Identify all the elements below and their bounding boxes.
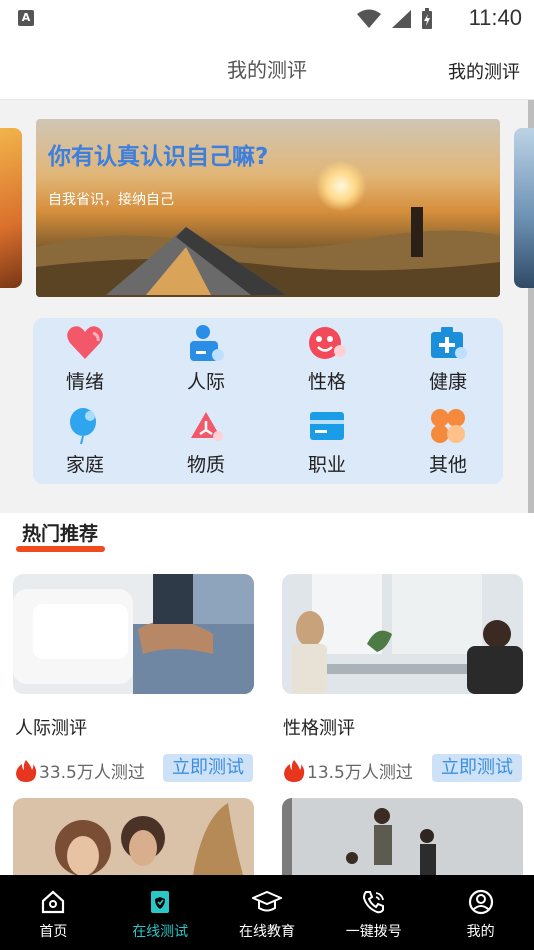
card-title: 性格测评 — [283, 718, 355, 739]
my-assessments-link[interactable]: 我的测评 — [448, 58, 520, 84]
banner-headline: 你有认真认识自己嘛? — [48, 144, 269, 170]
category-label: 家庭 — [65, 454, 104, 476]
nav-label: 在线教育 — [238, 924, 295, 940]
category-emotion[interactable]: 情绪 — [40, 323, 130, 394]
category-label: 健康 — [428, 371, 467, 393]
category-label: 情绪 — [65, 371, 104, 393]
category-grid: 情绪 人际 性格 健康 家庭 物质 职业 其他 — [33, 318, 503, 484]
nav-label: 我的 — [466, 924, 495, 940]
category-label: 人际 — [186, 371, 225, 393]
section-title: 热门推荐 — [22, 523, 99, 545]
balloon-icon — [70, 408, 96, 445]
section-underline — [16, 546, 105, 552]
family-assessment-image[interactable] — [282, 798, 523, 875]
nav-label: 一键拨号 — [345, 924, 402, 940]
signal-icon — [392, 10, 411, 28]
category-health[interactable]: 健康 — [403, 323, 493, 394]
status-bar: A 11:40 — [0, 0, 534, 36]
sun-image — [316, 161, 366, 211]
couple-assessment-image[interactable] — [13, 798, 254, 875]
banner-next-slide[interactable] — [514, 128, 534, 288]
start-test-button[interactable]: 立即测试 — [432, 754, 522, 782]
personality-assessment-image[interactable] — [282, 574, 523, 694]
nav-home[interactable]: 首页 — [0, 875, 107, 950]
user-circle-icon — [468, 889, 493, 915]
nav-one-click-dial[interactable]: 一键拨号 — [320, 875, 427, 950]
fire-icon — [16, 759, 37, 782]
smiley-icon — [309, 327, 346, 359]
category-label: 性格 — [307, 371, 346, 393]
heart-icon — [67, 326, 103, 359]
banner-slide[interactable]: 你有认真认识自己嘛? 自我省识，接纳自己 — [36, 119, 500, 297]
app-header: 我的测评 我的测评 — [0, 36, 534, 100]
category-other[interactable]: 其他 — [403, 406, 493, 477]
nav-online-education[interactable]: 在线教育 — [214, 875, 321, 950]
category-social[interactable]: 人际 — [161, 323, 251, 394]
banner-subline: 自我省识，接纳自己 — [48, 192, 174, 208]
person-icon — [190, 325, 224, 361]
nav-label: 首页 — [39, 924, 68, 940]
category-label: 职业 — [307, 454, 346, 476]
clock: 11:40 — [468, 5, 522, 30]
battery-icon — [422, 8, 432, 29]
nav-label: 在线测试 — [132, 924, 189, 940]
app-notification-icon: A — [18, 10, 34, 26]
category-material[interactable]: 物质 — [161, 406, 251, 477]
nav-mine[interactable]: 我的 — [427, 875, 534, 950]
bottom-navigation: 首页 在线测试 在线教育 一键拨号 我的 — [0, 875, 534, 950]
card-title: 人际测评 — [15, 718, 87, 739]
graduation-cap-icon — [251, 890, 282, 912]
card-count: 13.5万人测过 — [283, 758, 413, 783]
test-shield-icon — [151, 891, 170, 913]
home-icon — [42, 890, 65, 914]
fire-icon — [284, 759, 305, 782]
card-count: 33.5万人测过 — [15, 758, 145, 783]
card-count-text: 13.5万人测过 — [307, 763, 413, 783]
start-test-button[interactable]: 立即测试 — [163, 754, 253, 782]
landscape-image — [36, 207, 500, 297]
nav-online-test[interactable]: 在线测试 — [107, 875, 214, 950]
category-career[interactable]: 职业 — [282, 406, 372, 477]
wifi-icon — [357, 9, 381, 28]
category-family[interactable]: 家庭 — [40, 406, 130, 477]
medical-kit-icon — [431, 327, 467, 359]
category-label: 其他 — [428, 454, 467, 476]
category-label: 物质 — [186, 454, 225, 476]
triangle-icon — [191, 412, 223, 441]
banner-prev-slide[interactable] — [0, 128, 22, 288]
card-count-text: 33.5万人测过 — [39, 763, 145, 783]
banner-carousel[interactable]: 你有认真认识自己嘛? 自我省识，接纳自己 — [0, 118, 534, 298]
category-personality[interactable]: 性格 — [282, 323, 372, 394]
phone-icon — [362, 891, 384, 914]
clover-icon — [431, 409, 465, 443]
card-icon — [310, 412, 344, 440]
social-assessment-image[interactable] — [13, 574, 254, 694]
